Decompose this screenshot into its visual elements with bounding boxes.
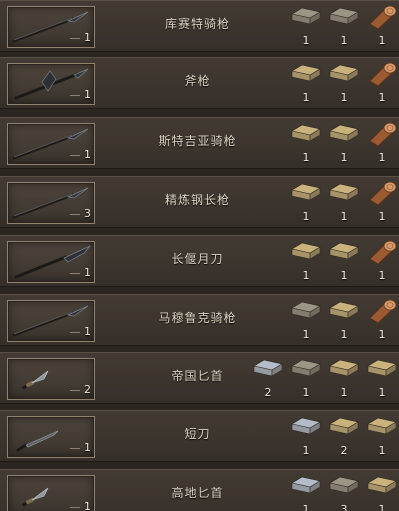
weapon-row[interactable]: 1 斯特吉亚骑枪 1 1 1 <box>0 117 399 169</box>
material-slot: 1 <box>287 356 325 402</box>
weapon-thumbnail[interactable]: 2 <box>7 358 95 400</box>
weapon-count: 1 <box>70 31 91 44</box>
material-slot: 1 <box>325 61 363 107</box>
weapon-name: 马穆鲁克骑枪 <box>158 311 237 325</box>
material-quantity: 1 <box>378 269 386 282</box>
material-quantity: 1 <box>378 444 386 457</box>
material-slot: 1 <box>325 239 363 285</box>
weapon-count: 3 <box>70 207 91 220</box>
material-slot: 3 <box>325 473 363 511</box>
material-slot: 1 <box>363 414 399 460</box>
material-quantity: 1 <box>302 210 310 223</box>
material-quantity: 1 <box>302 328 310 341</box>
weapon-thumbnail[interactable]: 1 <box>7 416 95 458</box>
material-slot: 1 <box>325 180 363 226</box>
weapon-count: 2 <box>70 383 91 396</box>
material-slot: 2 <box>249 356 287 402</box>
weapon-row[interactable]: 1 长偃月刀 1 1 1 <box>0 235 399 287</box>
material-quantity: 1 <box>340 151 348 164</box>
material-slot: 1 <box>363 61 399 107</box>
weapon-count: 1 <box>70 88 91 101</box>
weapon-thumbnail[interactable]: 1 <box>7 475 95 511</box>
material-slot: 1 <box>325 4 363 50</box>
material-quantity: 3 <box>340 503 348 511</box>
material-quantity: 1 <box>340 91 348 104</box>
weapon-thumbnail[interactable]: 1 <box>7 6 95 48</box>
weapon-name: 斯特吉亚骑枪 <box>158 134 237 148</box>
material-slot: 1 <box>363 180 399 226</box>
material-slot: 2 <box>325 414 363 460</box>
material-quantity: 1 <box>378 34 386 47</box>
material-quantity: 1 <box>378 210 386 223</box>
weapon-name: 长偃月刀 <box>171 252 224 266</box>
material-quantity: 2 <box>264 386 272 399</box>
weapon-row[interactable]: 2 帝国匕首 2 1 1 1 <box>0 352 399 404</box>
material-slot: 1 <box>363 239 399 285</box>
weapon-row[interactable]: 3 精炼钢长枪 1 1 1 <box>0 176 399 228</box>
material-quantity: 1 <box>302 91 310 104</box>
material-quantity: 1 <box>378 386 386 399</box>
weapon-thumbnail[interactable]: 1 <box>7 123 95 165</box>
material-quantity: 1 <box>378 328 386 341</box>
material-slot: 1 <box>287 473 325 511</box>
material-quantity: 1 <box>340 328 348 341</box>
material-quantity: 1 <box>302 269 310 282</box>
material-slot: 1 <box>363 473 399 511</box>
material-quantity: 1 <box>340 34 348 47</box>
weapon-row[interactable]: 1 高地匕首 1 3 1 <box>0 469 399 511</box>
weapon-name: 斧枪 <box>184 74 211 88</box>
material-slot: 1 <box>287 4 325 50</box>
weapon-row[interactable]: 1 短刀 1 2 1 <box>0 410 399 462</box>
material-slot: 1 <box>363 4 399 50</box>
material-slot: 1 <box>287 180 325 226</box>
material-quantity: 1 <box>340 386 348 399</box>
weapon-thumbnail[interactable]: 1 <box>7 241 95 283</box>
weapon-count: 1 <box>70 266 91 279</box>
material-slot: 1 <box>287 414 325 460</box>
weapon-thumbnail[interactable]: 1 <box>7 63 95 105</box>
material-slot: 1 <box>287 61 325 107</box>
weapon-name: 高地匕首 <box>171 486 224 500</box>
material-slot: 1 <box>325 121 363 167</box>
weapon-row[interactable]: 1 斧枪 1 1 1 <box>0 57 399 109</box>
material-slot: 1 <box>363 356 399 402</box>
weapon-row[interactable]: 1 库赛特骑枪 1 1 1 <box>0 0 399 52</box>
material-quantity: 1 <box>340 210 348 223</box>
weapon-name: 帝国匕首 <box>171 369 224 383</box>
material-slot: 1 <box>325 298 363 344</box>
material-slot: 1 <box>287 239 325 285</box>
material-quantity: 1 <box>302 503 310 511</box>
material-quantity: 1 <box>378 91 386 104</box>
weapon-thumbnail[interactable]: 1 <box>7 300 95 342</box>
material-quantity: 1 <box>340 269 348 282</box>
weapon-count: 1 <box>70 325 91 338</box>
material-quantity: 1 <box>302 386 310 399</box>
weapon-thumbnail[interactable]: 3 <box>7 182 95 224</box>
weapon-count: 1 <box>70 148 91 161</box>
weapon-row[interactable]: 1 马穆鲁克骑枪 1 1 1 <box>0 294 399 346</box>
material-slot: 1 <box>287 121 325 167</box>
material-slot: 1 <box>363 298 399 344</box>
material-slot: 1 <box>287 298 325 344</box>
material-quantity: 1 <box>378 503 386 511</box>
material-slot: 1 <box>363 121 399 167</box>
crafting-weapon-list: 1 库赛特骑枪 1 1 1 1 斧枪 1 1 1 1 斯特吉亚骑枪 1 1 1 3 精炼钢长枪 1 1 1 1 长偃月刀 1… <box>0 0 399 511</box>
material-slot: 1 <box>325 356 363 402</box>
weapon-count: 1 <box>70 500 91 511</box>
weapon-name: 精炼钢长枪 <box>164 193 230 207</box>
material-quantity: 1 <box>378 151 386 164</box>
weapon-count: 1 <box>70 441 91 454</box>
material-quantity: 1 <box>302 34 310 47</box>
material-quantity: 1 <box>302 444 310 457</box>
material-quantity: 2 <box>340 444 348 457</box>
material-quantity: 1 <box>302 151 310 164</box>
weapon-name: 短刀 <box>184 427 211 441</box>
weapon-name: 库赛特骑枪 <box>164 17 230 31</box>
